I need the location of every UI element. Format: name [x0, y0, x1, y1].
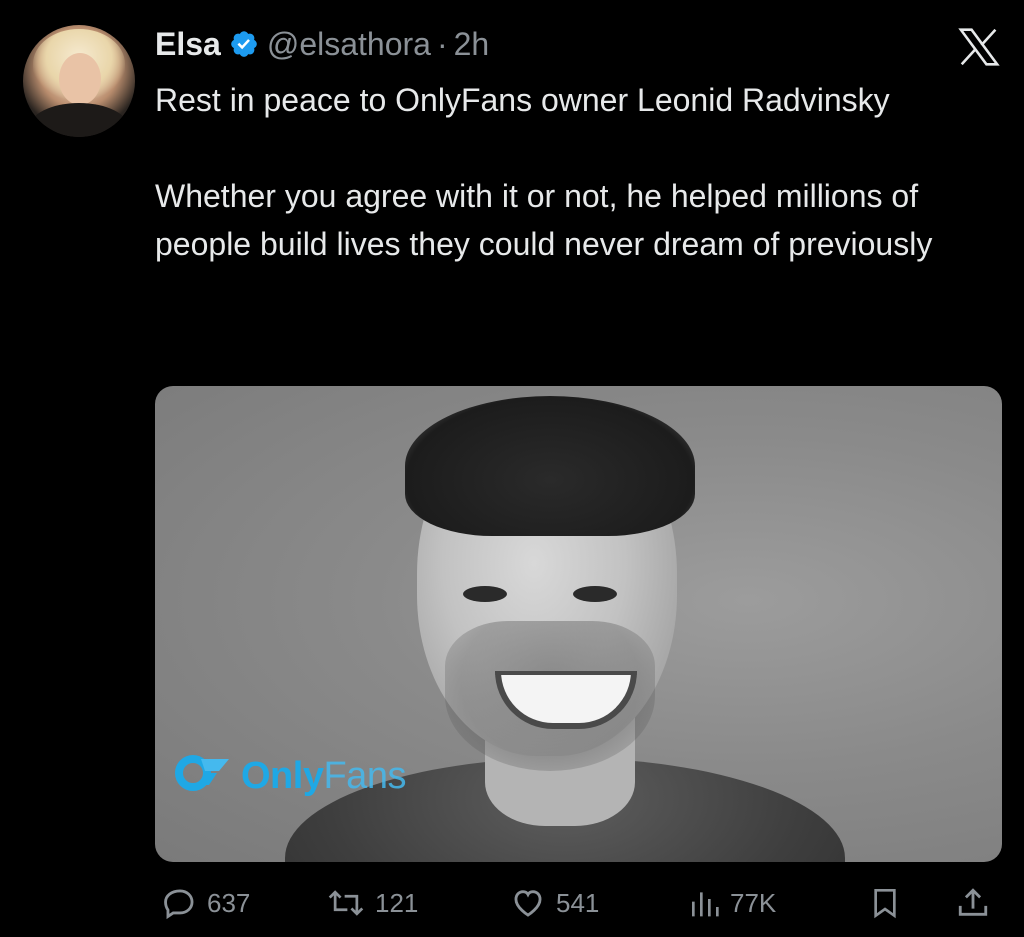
bookmark-icon	[869, 886, 901, 920]
repost-icon	[327, 886, 365, 920]
verified-badge-icon	[229, 29, 259, 59]
reply-button[interactable]: 637	[163, 880, 250, 926]
bookmark-button[interactable]	[869, 880, 901, 926]
avatar-body	[29, 103, 129, 137]
author-handle[interactable]: @elsathora	[267, 26, 431, 63]
reply-icon	[163, 886, 197, 920]
tweet-text: Rest in peace to OnlyFans owner Leonid R…	[155, 82, 933, 262]
separator-dot: ·	[436, 25, 448, 62]
share-button[interactable]	[956, 880, 990, 926]
share-icon	[956, 886, 990, 920]
repost-count: 121	[375, 887, 419, 918]
heart-icon	[510, 886, 546, 920]
views-chart-icon	[688, 886, 720, 920]
views-count: 77K	[730, 887, 777, 918]
like-count: 541	[556, 887, 600, 918]
tweet-header: Elsa @elsathora · 2h	[155, 22, 489, 66]
tweet: Elsa @elsathora · 2h Rest in peace to On…	[0, 0, 1024, 937]
onlyfans-watermark: Only Fans	[175, 751, 406, 801]
onlyfans-brand-fans: Fans	[323, 754, 406, 797]
tweet-media-image[interactable]: Only Fans	[155, 386, 1002, 862]
avatar[interactable]	[23, 25, 135, 137]
views-button[interactable]: 77K	[688, 880, 776, 926]
author-name[interactable]: Elsa	[155, 26, 221, 63]
x-logo-icon	[958, 28, 1000, 66]
photo-eye-right	[573, 586, 617, 602]
reply-count: 637	[207, 887, 251, 918]
photo-hair	[405, 396, 695, 536]
avatar-face	[59, 53, 101, 105]
like-button[interactable]: 541	[510, 880, 599, 926]
photo-eye-left	[463, 586, 507, 602]
tweet-actions: 637 121 541 77K	[155, 880, 1002, 926]
post-time[interactable]: 2h	[454, 26, 490, 63]
onlyfans-brand-only: Only	[241, 754, 324, 797]
repost-button[interactable]: 121	[327, 880, 418, 926]
onlyfans-logo-icon	[175, 751, 231, 801]
